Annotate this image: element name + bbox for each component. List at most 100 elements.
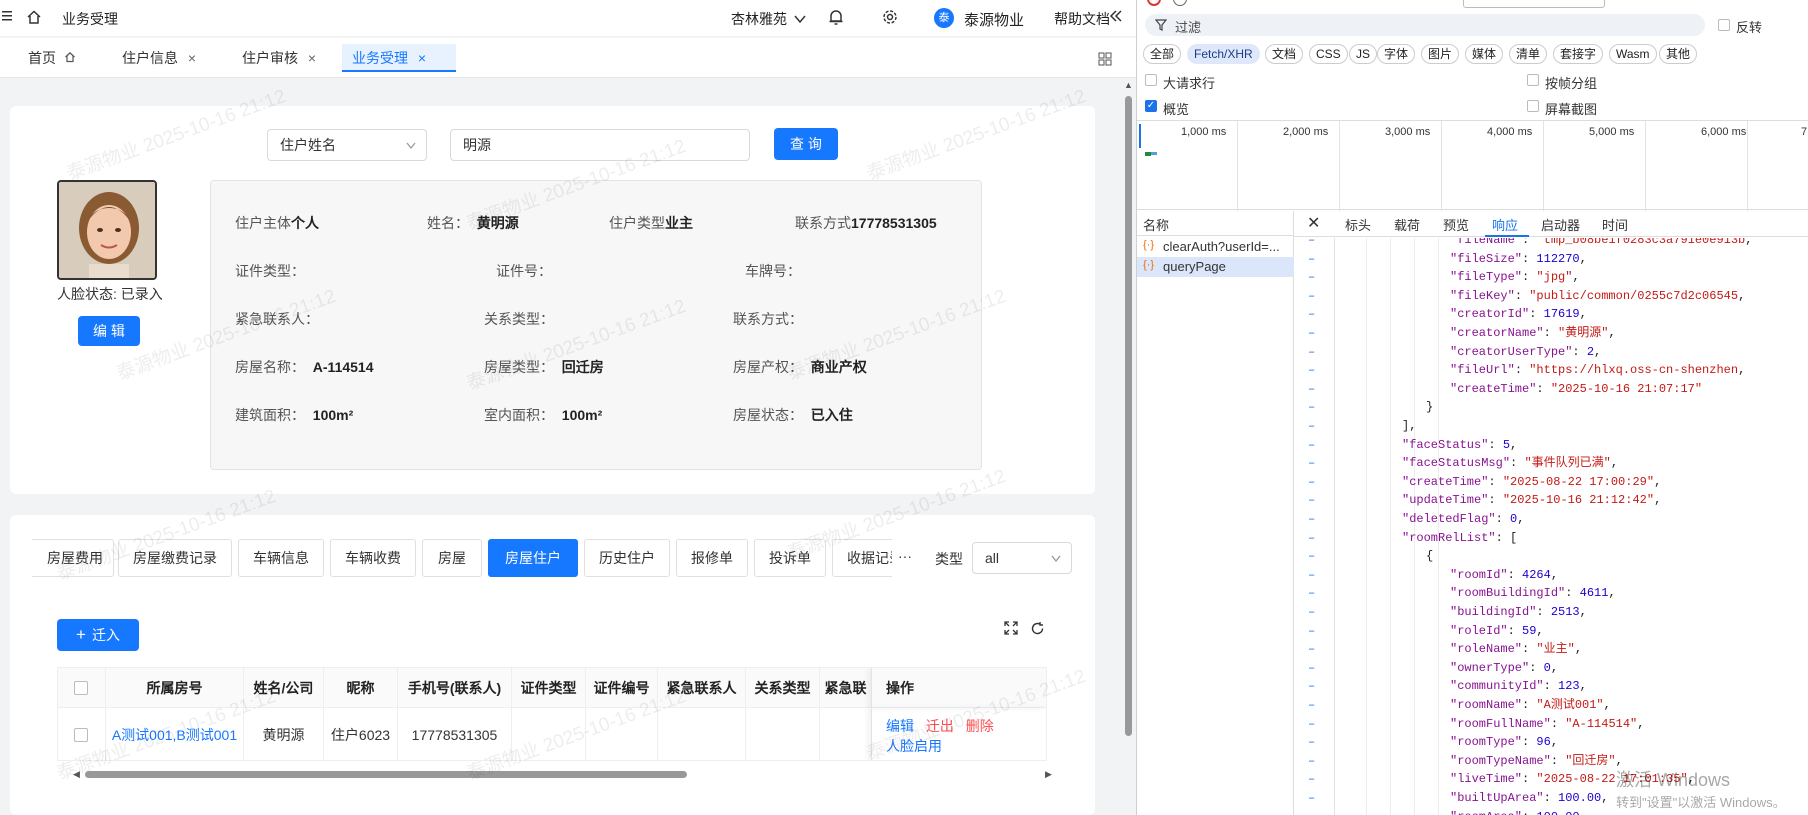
record-icon[interactable] xyxy=(1147,0,1161,6)
residents-table: 所属房号 姓名/公司 昵称 手机号(联系人) 证件类型 证件编号 紧急联系人 关… xyxy=(57,667,1047,761)
subtab-vehicle-info[interactable]: 车辆信息 xyxy=(238,539,324,577)
tick-label: 6,000 ms xyxy=(1701,126,1747,138)
move-in-button[interactable]: + 迁入 xyxy=(57,619,139,651)
grid-icon[interactable] xyxy=(1098,52,1112,69)
scrollbar-thumb[interactable] xyxy=(1125,96,1132,736)
tab-headers[interactable]: 标头 xyxy=(1345,215,1371,234)
screenshot-checkbox[interactable] xyxy=(1527,100,1539,112)
chip-all[interactable]: 全部 xyxy=(1143,44,1182,64)
tab-timing[interactable]: 时间 xyxy=(1602,215,1628,234)
chip-image[interactable]: 图片 xyxy=(1421,44,1460,64)
tick-label: 3,000 ms xyxy=(1385,126,1431,138)
tab-response[interactable]: 响应 xyxy=(1492,215,1518,234)
delete-link[interactable]: 删除 xyxy=(966,718,994,734)
subtab-receipts[interactable]: 收据记录 xyxy=(832,539,892,577)
timeline-overview: 1,000 ms 2,000 ms 3,000 ms 4,000 ms 5,00… xyxy=(1137,120,1808,211)
chip-fetch-xhr[interactable]: Fetch/XHR xyxy=(1187,44,1260,64)
tab-resident-info[interactable]: 住户信息 × xyxy=(112,44,206,72)
group-checkbox[interactable] xyxy=(1527,74,1539,86)
chip-wasm[interactable]: Wasm xyxy=(1609,44,1657,64)
chip-other[interactable]: 其他 xyxy=(1659,44,1698,64)
scroll-up-arrow[interactable]: ▲ xyxy=(1124,80,1133,90)
bell-icon[interactable] xyxy=(828,8,844,29)
cell-emergency-phone xyxy=(820,708,872,760)
query-button[interactable]: 查 询 xyxy=(774,128,838,160)
subtab-vehicle-fee[interactable]: 车辆收费 xyxy=(330,539,416,577)
subtab-repair[interactable]: 报修单 xyxy=(676,539,748,577)
tick-label: 7 xyxy=(1801,126,1808,138)
tab-preview[interactable]: 预览 xyxy=(1443,215,1469,234)
page-title: 业务受理 xyxy=(62,11,118,27)
subtab-history-residents[interactable]: 历史住户 xyxy=(584,539,670,577)
tab-payload[interactable]: 载荷 xyxy=(1394,215,1420,234)
row-checkbox[interactable] xyxy=(74,728,88,742)
gutter-dash: – xyxy=(1308,474,1316,489)
timeline-marker xyxy=(1139,124,1141,148)
subtab-house-payment[interactable]: 房屋缴费记录 xyxy=(118,539,232,577)
overview-checkbox[interactable]: ✓ xyxy=(1145,100,1157,112)
edit-profile-button[interactable]: 编 辑 xyxy=(78,316,140,346)
close-icon[interactable]: × xyxy=(308,50,316,66)
subtab-house-fee[interactable]: 房屋费用 xyxy=(32,539,114,577)
tab-resident-review[interactable]: 住户审核 × xyxy=(232,44,326,72)
plus-icon: + xyxy=(76,625,86,644)
chip-css[interactable]: CSS xyxy=(1309,44,1348,64)
close-icon[interactable]: ✕ xyxy=(1307,213,1320,233)
search-type-select[interactable]: 住户姓名 xyxy=(267,129,427,161)
request-name: clearAuth?userId=... xyxy=(1163,239,1280,254)
chip-socket[interactable]: 套接字 xyxy=(1553,44,1604,64)
menu-icon[interactable] xyxy=(2,9,14,23)
col-id-number: 证件编号 xyxy=(586,668,658,708)
gear-icon[interactable] xyxy=(882,9,898,28)
subtab-complaint[interactable]: 投诉单 xyxy=(754,539,826,577)
type-filter-select[interactable]: all xyxy=(972,542,1072,574)
chip-doc[interactable]: 文档 xyxy=(1265,44,1304,64)
move-in-label: 迁入 xyxy=(91,627,120,643)
tab-business[interactable]: 业务受理 × xyxy=(342,44,456,72)
subtab-house[interactable]: 房屋 xyxy=(422,539,482,577)
request-row[interactable]: {·} queryPage xyxy=(1137,257,1294,277)
refresh-icon[interactable] xyxy=(1030,621,1045,639)
scroll-right-arrow[interactable]: ▶ xyxy=(1045,769,1052,780)
info-emergency-contact: 紧急联系人： xyxy=(235,311,319,327)
face-enable-link[interactable]: 人脸启用 xyxy=(886,738,942,754)
community-selector[interactable]: 杏林雅苑 xyxy=(731,9,806,29)
cell-id-number xyxy=(586,708,658,760)
tab-home[interactable]: 首页 xyxy=(18,44,86,72)
tab-initiator[interactable]: 启动器 xyxy=(1541,215,1580,234)
close-icon[interactable]: × xyxy=(188,50,196,66)
big-rows-checkbox[interactable] xyxy=(1145,74,1157,86)
gutter-dash: – xyxy=(1308,679,1316,694)
home-icon[interactable] xyxy=(26,9,42,28)
subtab-house-residents[interactable]: 房屋住户 xyxy=(488,539,578,577)
more-tabs-button[interactable]: ··· xyxy=(898,548,912,564)
vertical-scrollbar[interactable]: ▲ xyxy=(1122,80,1134,815)
throttle-select[interactable] xyxy=(1463,0,1605,8)
chip-font[interactable]: 字体 xyxy=(1377,44,1416,64)
group-label: 按帧分组 xyxy=(1545,76,1598,91)
scrollbar-thumb[interactable] xyxy=(85,771,687,778)
fullscreen-icon[interactable] xyxy=(1004,621,1018,638)
filter-input[interactable]: 过滤 xyxy=(1145,14,1705,36)
chip-js[interactable]: JS xyxy=(1349,44,1378,64)
json-line: "fileKey": "public/common/0255c7d2c06545… xyxy=(1450,288,1746,303)
edit-link[interactable]: 编辑 xyxy=(886,718,914,734)
close-icon[interactable]: × xyxy=(418,50,426,66)
help-docs-link[interactable]: 帮助文档 xyxy=(1054,9,1110,29)
json-line: "roomName": "A测试001", xyxy=(1450,698,1611,712)
clear-icon[interactable] xyxy=(1173,0,1187,6)
search-input[interactable]: 明源 xyxy=(450,129,750,161)
cell-room[interactable]: A测试001,B测试001 xyxy=(106,708,244,760)
request-row[interactable]: {·} clearAuth?userId=... xyxy=(1137,237,1294,257)
horizontal-scrollbar[interactable]: ◀ ▶ xyxy=(57,768,1052,780)
select-all-checkbox[interactable] xyxy=(74,681,88,695)
move-out-link[interactable]: 迁出 xyxy=(926,718,954,734)
collapse-icon[interactable] xyxy=(1109,9,1123,26)
info-subject: 住户主体个人 xyxy=(235,215,319,231)
chip-media[interactable]: 媒体 xyxy=(1465,44,1504,64)
chip-manifest[interactable]: 清单 xyxy=(1509,44,1548,64)
gutter-dash: – xyxy=(1308,493,1316,508)
scroll-left-arrow[interactable]: ◀ xyxy=(73,769,80,780)
gutter-dash: – xyxy=(1308,791,1316,805)
invert-checkbox[interactable] xyxy=(1718,19,1730,31)
